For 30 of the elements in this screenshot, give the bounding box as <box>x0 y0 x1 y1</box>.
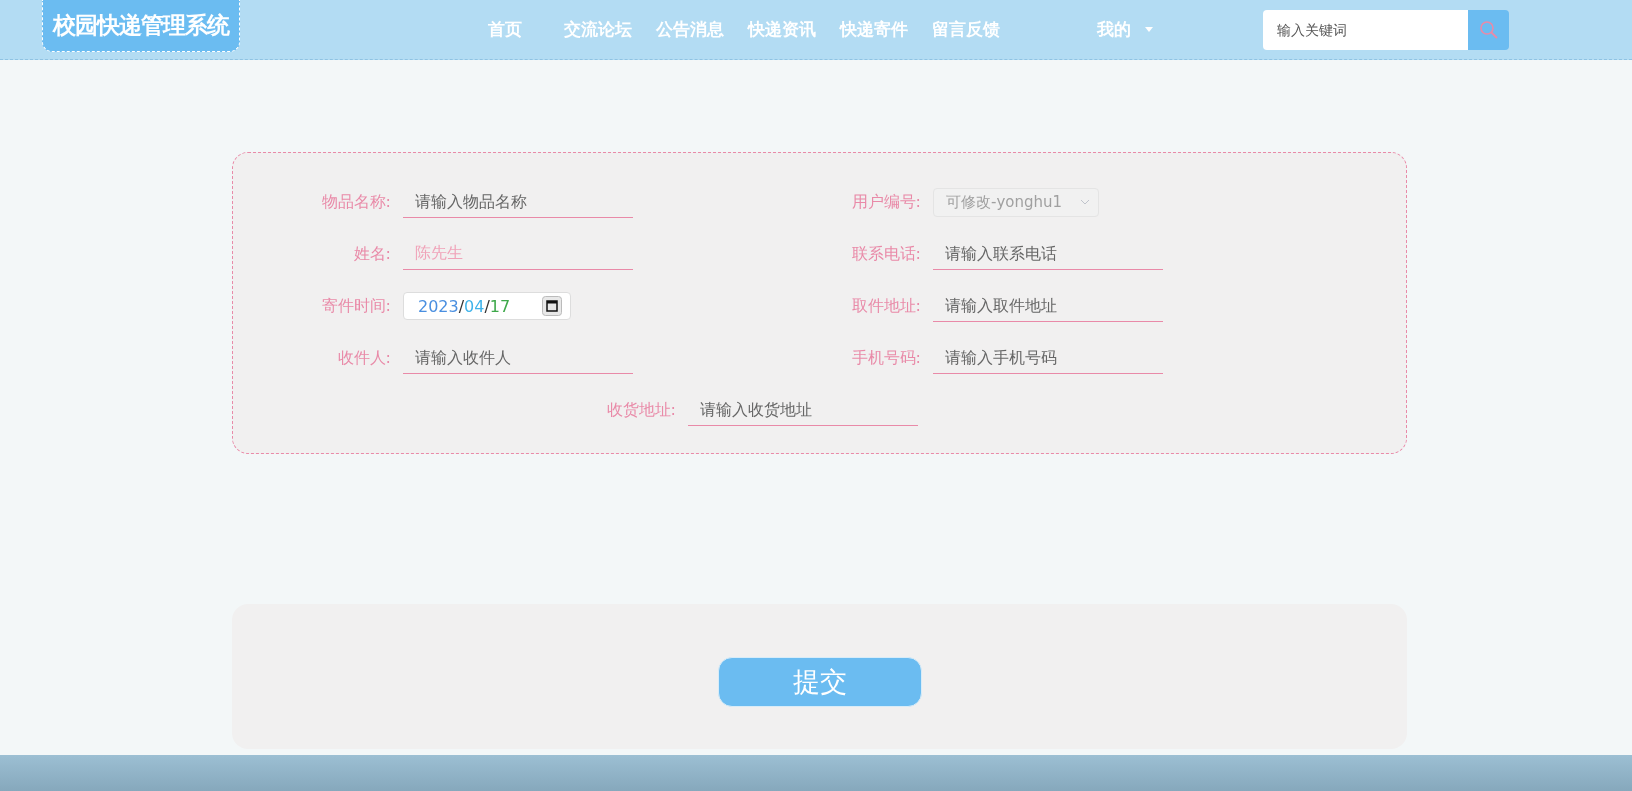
input-field[interactable]: 请输入物品名称 <box>403 186 633 218</box>
input-field[interactable]: 请输入手机号码 <box>933 342 1163 374</box>
nav-link[interactable]: 首页 <box>488 18 522 41</box>
date-field[interactable]: 2023/04/17 <box>403 292 571 320</box>
field-label: 用户编号: <box>850 191 921 213</box>
caret-icon <box>1145 27 1153 32</box>
field-label: 寄件时间: <box>320 295 391 317</box>
input-field[interactable]: 请输入收货地址 <box>688 394 918 426</box>
field-label: 取件地址: <box>850 295 921 317</box>
field-label: 收件人: <box>336 347 391 369</box>
user-menu[interactable]: 我的 <box>1097 18 1153 41</box>
input-field[interactable]: 请输入取件地址 <box>933 290 1163 322</box>
search-field[interactable]: 输入关键词 <box>1263 9 1468 50</box>
chevron-down-icon <box>1080 199 1090 205</box>
field-label: 收货地址: <box>605 399 676 421</box>
submit-button[interactable]: 提交 <box>717 657 922 707</box>
input-field[interactable]: 请输入联系电话 <box>933 238 1163 270</box>
site-logo[interactable]: 校园快递管理系统 <box>42 0 240 52</box>
calendar-icon[interactable] <box>542 296 562 316</box>
input-field[interactable]: 请输入收件人 <box>403 342 633 374</box>
field-label: 物品名称: <box>320 191 391 213</box>
nav-link[interactable]: 留言反馈 <box>932 18 1000 41</box>
nav-link[interactable]: 快递资讯 <box>748 18 816 41</box>
nav-link[interactable]: 快递寄件 <box>840 18 908 41</box>
search-icon <box>1478 19 1499 40</box>
nav-link[interactable]: 公告消息 <box>656 18 724 41</box>
field-label: 联系电话: <box>850 243 921 265</box>
field-label: 手机号码: <box>850 347 921 369</box>
nav-link[interactable]: 交流论坛 <box>564 18 632 41</box>
field-label: 姓名: <box>352 243 391 265</box>
